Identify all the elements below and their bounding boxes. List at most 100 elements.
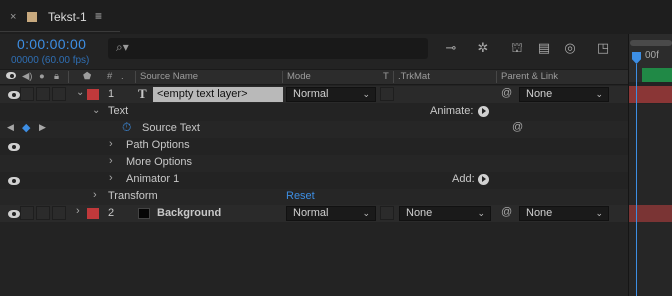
transform-label: Transform <box>108 190 158 202</box>
track-matte-dropdown[interactable]: None ⌄ <box>399 206 491 221</box>
header-number[interactable]: # <box>107 71 112 82</box>
expand-chevron-icon[interactable]: ⌄ <box>92 105 100 116</box>
frame-count-display: 00000 (60.00 fps) <box>11 55 90 66</box>
layer-search-input[interactable] <box>108 38 428 59</box>
parent-dropdown[interactable]: None ⌄ <box>519 206 609 221</box>
collapse-chevron-icon[interactable]: › <box>93 189 97 201</box>
composition-flowchart-icon[interactable]: ⊸ <box>442 40 460 56</box>
text-group-label: Text <box>108 105 129 117</box>
layer-name-field[interactable]: <empty text layer> <box>153 87 283 102</box>
property-track-area <box>628 104 672 205</box>
animator-label: Animator 1 <box>126 173 180 185</box>
header-separator <box>282 71 283 83</box>
blend-mode-value: Normal <box>293 88 329 100</box>
header-solo-icon[interactable]: ● <box>39 71 45 82</box>
frame-blending-icon[interactable]: ▤ <box>535 40 553 56</box>
chevron-down-icon: ⌄ <box>595 208 603 218</box>
visibility-eye-icon[interactable] <box>8 143 20 151</box>
empty-layer-area[interactable] <box>0 222 628 296</box>
close-tab-icon[interactable]: × <box>10 11 16 23</box>
parent-value: None <box>526 207 553 219</box>
chevron-down-icon: ⌄ <box>362 208 370 218</box>
animate-menu-play-icon[interactable] <box>478 106 489 117</box>
blend-mode-value: Normal <box>293 207 329 219</box>
layer-name[interactable]: Background <box>157 207 221 219</box>
preserve-transparency-toggle[interactable] <box>380 206 394 220</box>
chevron-down-icon: ⌄ <box>477 208 485 218</box>
header-lock-icon[interactable]: 🔒︎ <box>54 71 59 82</box>
audio-toggle[interactable] <box>20 87 34 101</box>
chevron-down-icon: ⌄ <box>595 89 603 99</box>
blend-mode-dropdown[interactable]: Normal ⌄ <box>286 206 376 221</box>
pickwhip-icon[interactable]: @ <box>501 206 512 218</box>
next-keyframe-icon[interactable]: ▶ <box>39 122 46 133</box>
layer-label-color[interactable] <box>87 208 99 219</box>
collapse-chevron-icon[interactable]: › <box>76 205 80 217</box>
draft-3d-icon[interactable]: ✲ <box>474 40 492 56</box>
stopwatch-icon[interactable]: ⏱︎ <box>122 120 131 135</box>
path-options-row[interactable] <box>0 138 628 155</box>
lock-toggle[interactable] <box>52 87 66 101</box>
layer-label-color[interactable] <box>87 89 99 100</box>
more-options-label: More Options <box>126 156 193 168</box>
shy-layers-icon[interactable]: ⛫ <box>508 40 526 56</box>
pickwhip-icon[interactable]: @ <box>501 87 512 99</box>
layer-2-track-bar[interactable] <box>628 205 672 222</box>
panel-menu-icon[interactable]: ≡ <box>95 9 102 23</box>
motion-blur-icon[interactable]: ◎ <box>561 40 579 56</box>
header-audio-icon[interactable]: ◀) <box>22 71 32 82</box>
work-area-bar[interactable] <box>642 68 672 82</box>
header-trkmat[interactable]: .TrkMat <box>398 71 430 82</box>
header-separator <box>393 71 394 83</box>
header-label-icon[interactable]: ⬟ <box>83 71 91 82</box>
parent-dropdown[interactable]: None ⌄ <box>519 87 609 102</box>
solo-toggle[interactable] <box>36 206 50 220</box>
solid-layer-thumbnail <box>138 208 150 219</box>
lock-toggle[interactable] <box>52 206 66 220</box>
prev-keyframe-icon[interactable]: ◀ <box>7 122 14 133</box>
header-source-name[interactable]: Source Name <box>140 71 198 82</box>
pickwhip-icon[interactable]: @ <box>512 121 523 133</box>
track-matte-value: None <box>406 207 433 219</box>
text-layer-type-icon: T <box>138 86 147 101</box>
chevron-down-icon: ⌄ <box>362 89 370 99</box>
visibility-eye-icon[interactable] <box>8 91 20 99</box>
visibility-eye-icon[interactable] <box>8 177 20 185</box>
header-eye-icon[interactable] <box>6 71 16 80</box>
add-menu-play-icon[interactable] <box>478 174 489 185</box>
reset-link[interactable]: Reset <box>286 190 315 202</box>
preserve-transparency-toggle[interactable] <box>380 87 394 101</box>
parent-value: None <box>526 88 553 100</box>
layer-number: 1 <box>108 88 115 100</box>
source-text-row[interactable] <box>0 121 628 138</box>
collapse-chevron-icon[interactable]: › <box>109 155 113 167</box>
graph-editor-icon[interactable]: ◳ <box>594 40 612 56</box>
header-separator <box>135 71 136 83</box>
add-label: Add: <box>452 173 475 185</box>
source-text-label: Source Text <box>142 122 200 134</box>
more-options-row[interactable] <box>0 155 628 172</box>
audio-toggle[interactable] <box>20 206 34 220</box>
solo-toggle[interactable] <box>36 87 50 101</box>
header-mode[interactable]: Mode <box>287 71 311 82</box>
panel-divider[interactable] <box>628 34 629 296</box>
header-dot: . <box>121 71 124 82</box>
search-icon[interactable]: ⌕▾ <box>116 40 129 55</box>
header-parent-link[interactable]: Parent & Link <box>501 71 558 82</box>
current-time-line[interactable] <box>636 64 637 296</box>
current-time-display[interactable]: 0:00:00:00 <box>17 36 86 52</box>
header-t[interactable]: T <box>383 71 389 82</box>
collapse-chevron-icon[interactable]: › <box>109 138 113 150</box>
composition-tab-title[interactable]: Tekst-1 <box>48 10 87 24</box>
header-separator <box>496 71 497 83</box>
blend-mode-dropdown[interactable]: Normal ⌄ <box>286 87 376 102</box>
animate-label: Animate: <box>430 105 474 117</box>
collapse-chevron-icon[interactable]: › <box>109 172 113 184</box>
tab-underline <box>0 31 120 32</box>
visibility-eye-icon[interactable] <box>8 210 20 218</box>
expand-chevron-icon[interactable]: ⌄ <box>76 87 84 98</box>
layer-1-track-bar[interactable] <box>628 86 672 103</box>
time-navigator-handle[interactable] <box>630 40 672 46</box>
keyframe-diamond-icon[interactable]: ◆ <box>22 121 30 134</box>
animator-row[interactable] <box>0 172 628 189</box>
